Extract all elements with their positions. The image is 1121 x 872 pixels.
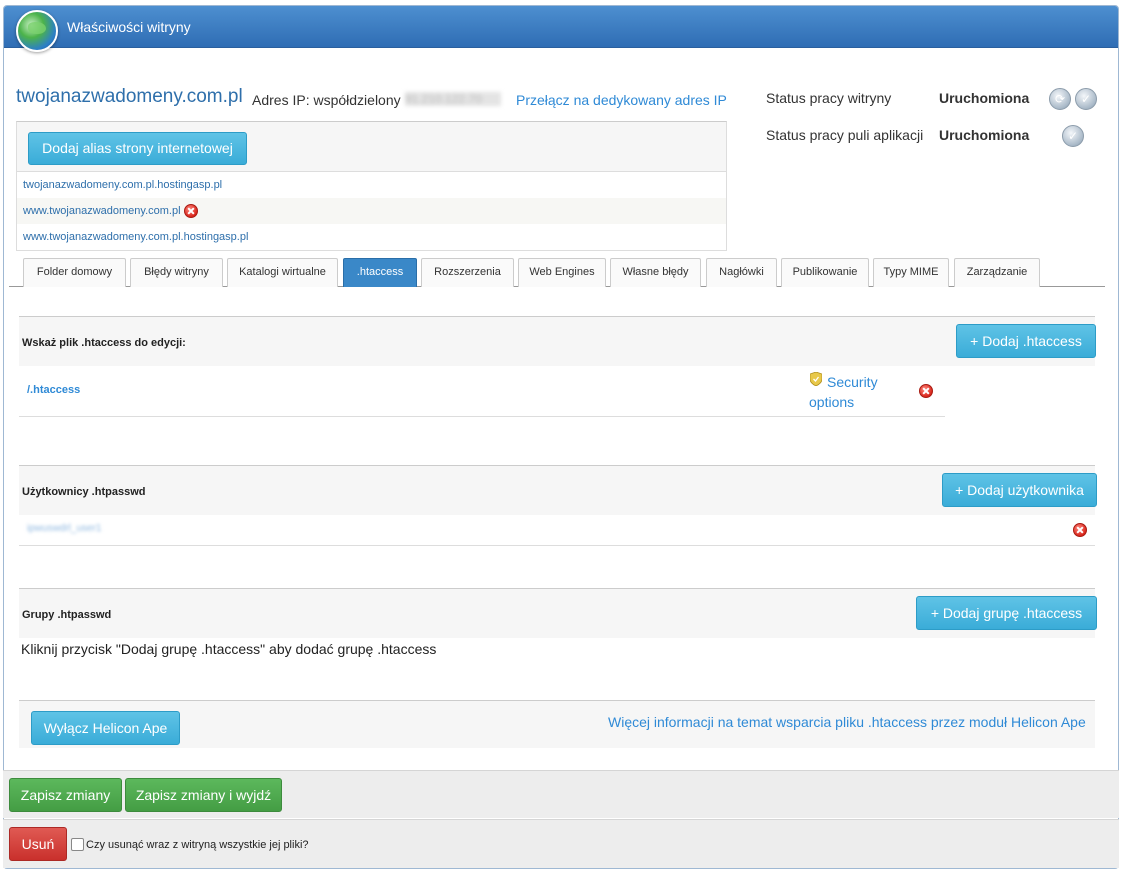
security-options-link[interactable]: Security bbox=[827, 374, 878, 390]
window-title: Właściwości witryny bbox=[67, 19, 191, 35]
stop-icon[interactable]: ✓ bbox=[1075, 88, 1097, 110]
title-bar: Właściwości witryny bbox=[4, 6, 1118, 48]
tab-katalogi-wirtualne[interactable]: Katalogi wirtualne bbox=[227, 258, 338, 287]
users-label: Użytkownicy .htpasswd bbox=[22, 486, 146, 498]
divider bbox=[19, 416, 945, 417]
alias-panel: Dodaj alias strony internetowej twojanaz… bbox=[16, 121, 727, 251]
alias-item[interactable]: www.twojanazwadomeny.com.pl bbox=[17, 198, 726, 224]
ip-label: Adres IP: współdzielony bbox=[252, 92, 401, 108]
htaccess-file-link[interactable]: /.htaccess bbox=[27, 384, 80, 396]
pool-status-label: Status pracy puli aplikacji bbox=[766, 127, 924, 143]
add-htaccess-button[interactable]: + Dodaj .htaccess bbox=[956, 324, 1096, 358]
pool-stop-icon[interactable]: ✓ bbox=[1062, 125, 1084, 147]
save-exit-button[interactable]: Zapisz zmiany i wyjdź bbox=[125, 778, 282, 812]
alias-item[interactable]: twojanazwadomeny.com.pl.hostingasp.pl bbox=[17, 172, 726, 198]
groups-label: Grupy .htpasswd bbox=[22, 609, 112, 621]
tab-rozszerzenia[interactable]: Rozszerzenia bbox=[421, 258, 514, 287]
tab-wlasne-bledy[interactable]: Własne błędy bbox=[610, 258, 701, 287]
site-status-label: Status pracy witryny bbox=[766, 90, 892, 106]
restart-icon[interactable]: ⟳ bbox=[1049, 88, 1071, 110]
delete-htaccess-icon[interactable] bbox=[919, 384, 933, 398]
security-options-link-line2[interactable]: options bbox=[809, 394, 854, 410]
switch-dedicated-ip-link[interactable]: Przełącz na dedykowany adres IP bbox=[516, 92, 727, 108]
groups-hint: Kliknij przycisk "Dodaj grupę .htaccess"… bbox=[21, 641, 437, 657]
delete-files-label: Czy usunąć wraz z witryną wszystkie jej … bbox=[86, 839, 309, 851]
tab-folder-domowy[interactable]: Folder domowy bbox=[23, 258, 126, 287]
add-group-button[interactable]: + Dodaj grupę .htaccess bbox=[916, 596, 1097, 630]
globe-icon bbox=[16, 10, 58, 52]
divider bbox=[19, 545, 1095, 546]
ip-value-blurred: 91.210.122.70 bbox=[405, 92, 501, 106]
delete-files-checkbox[interactable] bbox=[71, 838, 84, 851]
htaccess-section-header: Wskaż plik .htaccess do edycji: bbox=[19, 316, 1095, 366]
tab-publikowanie[interactable]: Publikowanie bbox=[781, 258, 869, 287]
add-alias-button[interactable]: Dodaj alias strony internetowej bbox=[28, 132, 247, 165]
save-button[interactable]: Zapisz zmiany bbox=[9, 778, 122, 812]
tab-typy-mime[interactable]: Typy MIME bbox=[873, 258, 949, 287]
helicon-info-link[interactable]: Więcej informacji na temat wsparcia plik… bbox=[608, 714, 1086, 730]
site-domain: twojanazwadomeny.com.pl bbox=[16, 86, 243, 107]
pool-status-value: Uruchomiona bbox=[939, 127, 1030, 143]
delete-user-icon[interactable] bbox=[1073, 523, 1087, 537]
htaccess-label: Wskaż plik .htaccess do edycji: bbox=[22, 337, 186, 349]
tab-web-engines[interactable]: Web Engines bbox=[518, 258, 606, 287]
alias-item[interactable]: www.twojanazwadomeny.com.pl.hostingasp.p… bbox=[17, 224, 726, 250]
alias-panel-header: Dodaj alias strony internetowej bbox=[17, 122, 726, 172]
users-section-header: Użytkownicy .htpasswd bbox=[19, 465, 1095, 515]
tab-naglowki[interactable]: Nagłówki bbox=[706, 258, 777, 287]
shield-icon bbox=[810, 372, 822, 386]
disable-helicon-button[interactable]: Wyłącz Helicon Ape bbox=[31, 711, 180, 745]
htpasswd-user-item[interactable]: ipwuswdrl_user1 bbox=[27, 523, 101, 534]
add-user-button[interactable]: + Dodaj użytkownika bbox=[942, 473, 1097, 507]
tab-zarzadzanie[interactable]: Zarządzanie bbox=[954, 258, 1040, 287]
delete-site-button[interactable]: Usuń bbox=[9, 827, 67, 861]
delete-icon[interactable] bbox=[183, 204, 198, 219]
tab-htaccess[interactable]: .htaccess bbox=[343, 258, 417, 287]
tab-bar: Folder domowy Błędy witryny Katalogi wir… bbox=[9, 258, 1105, 287]
tab-bledy-witryny[interactable]: Błędy witryny bbox=[130, 258, 223, 287]
site-status-value: Uruchomiona bbox=[939, 90, 1030, 106]
